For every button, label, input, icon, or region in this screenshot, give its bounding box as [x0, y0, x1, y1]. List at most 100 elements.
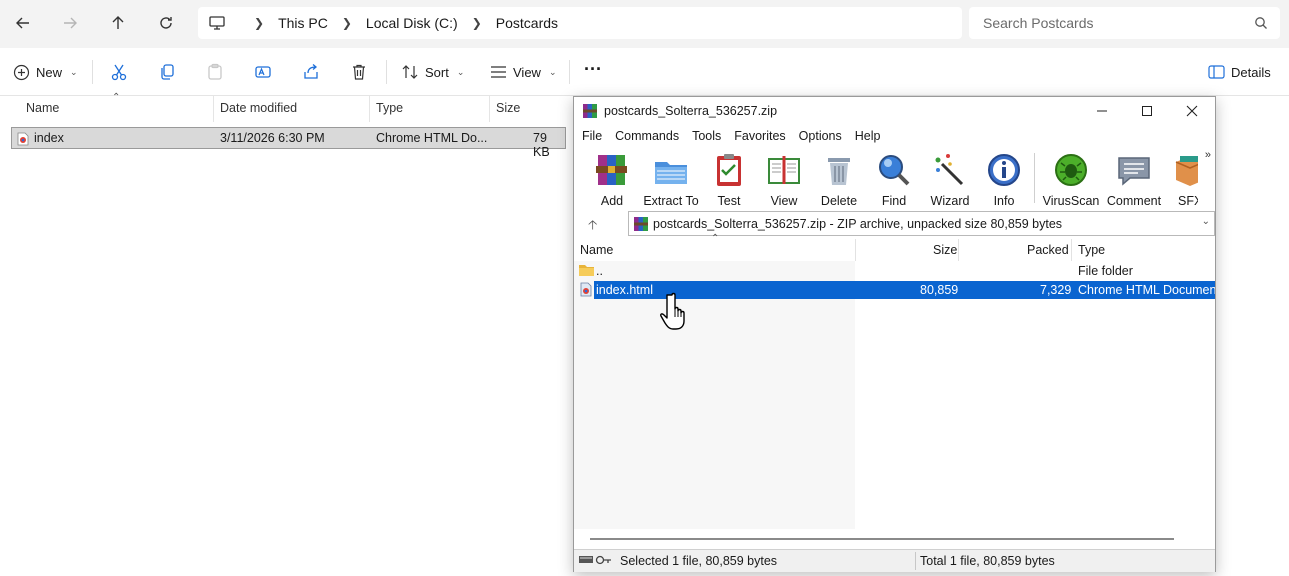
status-divider [915, 552, 916, 570]
parent-folder-row[interactable]: .. File folder [574, 262, 1215, 280]
file-row[interactable]: index 3/11/2026 6:30 PM Chrome HTML Do..… [11, 127, 566, 159]
row-name: index.html [596, 283, 653, 297]
column-date-modified[interactable]: Date modified [220, 101, 297, 115]
refresh-icon [160, 17, 172, 29]
view-button-rar[interactable]: View [754, 152, 814, 208]
forward-button[interactable] [56, 9, 84, 37]
column-type-rar[interactable]: Type [1078, 243, 1105, 257]
winrar-window: postcards_Solterra_536257.zip File Comma… [573, 96, 1216, 572]
menu-bar: File Commands Tools Favorites Options He… [574, 126, 1215, 148]
status-selected: Selected 1 file, 80,859 bytes [620, 554, 778, 568]
virus-scan-icon [1055, 154, 1087, 186]
details-pane-icon [1208, 65, 1225, 79]
back-button[interactable] [9, 9, 37, 37]
test-button[interactable]: Test [699, 152, 759, 208]
search-input[interactable]: Search Postcards [969, 7, 1280, 39]
info-label: Info [993, 194, 1015, 208]
explorer-command-bar: New ⌄ Sort ⌄ View ⌄ ··· Details [0, 48, 1289, 96]
test-clipboard-icon [717, 154, 741, 186]
chevron-down-icon: ⌄ [548, 66, 557, 77]
column-divider[interactable] [958, 239, 959, 261]
winrar-app-icon [582, 103, 598, 122]
details-pane-button[interactable]: Details [1208, 61, 1271, 83]
column-name-rar[interactable]: Name [580, 243, 613, 257]
copy-button[interactable] [156, 61, 178, 83]
menu-options[interactable]: Options [799, 126, 842, 148]
view-label: View [513, 64, 541, 80]
file-date: 3/11/2026 6:30 PM [220, 131, 325, 145]
test-label: Test [717, 194, 741, 208]
up-button[interactable] [104, 9, 132, 37]
chevron-right-icon: ❯ [341, 16, 352, 30]
plus-circle-icon [13, 64, 30, 80]
column-size-rar[interactable]: Size [933, 243, 957, 257]
sfx-label: SFX [1178, 194, 1198, 208]
virusscan-button[interactable]: VirusScan [1041, 152, 1101, 208]
copy-icon [161, 64, 174, 80]
toolbar-overflow-icon[interactable]: » [1205, 149, 1211, 161]
minimize-icon [1097, 110, 1107, 112]
column-divider[interactable] [489, 96, 490, 122]
column-name[interactable]: Name [26, 101, 59, 115]
scissors-icon [111, 64, 127, 81]
share-button[interactable] [300, 61, 322, 83]
up-folder-icon[interactable]: 🡡 [588, 216, 597, 238]
sort-icon [402, 65, 418, 79]
add-button[interactable]: Add [582, 152, 642, 208]
breadcrumb-this-pc[interactable]: This PC [278, 15, 328, 31]
see-more-button[interactable]: ··· [584, 58, 602, 80]
delete-button-rar[interactable]: Delete [809, 152, 869, 208]
scrollbar-thumb[interactable] [590, 538, 1174, 540]
info-button[interactable]: Info [974, 152, 1034, 208]
column-type[interactable]: Type [376, 101, 403, 115]
sfx-button[interactable]: SFX [1168, 152, 1198, 208]
divider [92, 60, 93, 84]
comment-button[interactable]: Comment [1104, 152, 1164, 208]
menu-help[interactable]: Help [855, 126, 881, 148]
breadcrumb-local-disk[interactable]: Local Disk (C:) [366, 15, 458, 31]
back-arrow-icon [16, 17, 29, 29]
rename-icon [255, 66, 271, 78]
column-size[interactable]: Size [496, 101, 520, 115]
delete-button[interactable] [348, 61, 370, 83]
extract-to-button[interactable]: Extract To [641, 152, 701, 208]
column-divider[interactable] [1071, 239, 1072, 261]
find-button[interactable]: Find [864, 152, 924, 208]
row-name: .. [596, 264, 603, 278]
breadcrumb[interactable]: ❯ This PC ❯ Local Disk (C:) ❯ Postcards [198, 7, 962, 39]
wizard-button[interactable]: Wizard [920, 152, 980, 208]
cut-button[interactable] [108, 61, 130, 83]
rename-button[interactable] [252, 61, 274, 83]
chevron-down-icon: ⌄ [70, 66, 78, 77]
comment-label: Comment [1106, 194, 1162, 208]
view-button[interactable]: View ⌄ [490, 61, 557, 83]
archive-file-list: ⌃ Name Size Packed Type .. File folder i… [574, 233, 1215, 529]
path-bar: 🡡 postcards_Solterra_536257.zip - ZIP ar… [574, 211, 1215, 237]
maximize-button[interactable] [1124, 97, 1170, 125]
sort-ascending-icon: ⌃ [711, 233, 720, 244]
paste-button[interactable] [204, 61, 226, 83]
title-bar[interactable]: postcards_Solterra_536257.zip [574, 97, 1215, 125]
refresh-button[interactable] [152, 9, 180, 37]
forward-arrow-icon [64, 17, 77, 29]
menu-file[interactable]: File [582, 126, 602, 148]
paste-icon [208, 63, 222, 80]
column-packed-rar[interactable]: Packed [1027, 243, 1069, 257]
archive-path-text: postcards_Solterra_536257.zip - ZIP arch… [653, 216, 1063, 231]
breadcrumb-postcards[interactable]: Postcards [496, 15, 558, 31]
up-arrow-icon [112, 16, 124, 29]
column-divider[interactable] [369, 96, 370, 122]
new-button[interactable]: New ⌄ [13, 61, 78, 83]
horizontal-scrollbar[interactable] [574, 529, 1215, 549]
column-divider[interactable] [213, 96, 214, 122]
menu-favorites[interactable]: Favorites [734, 126, 785, 148]
hand-cursor-icon [660, 291, 698, 334]
menu-commands[interactable]: Commands [615, 126, 679, 148]
sort-button[interactable]: Sort ⌄ [402, 61, 464, 83]
close-button[interactable] [1169, 97, 1215, 125]
menu-tools[interactable]: Tools [692, 126, 721, 148]
minimize-button[interactable] [1079, 97, 1125, 125]
column-divider[interactable] [855, 239, 856, 261]
file-size: 79 KB [533, 131, 550, 159]
sort-ascending-icon: ⌃ [112, 92, 121, 103]
